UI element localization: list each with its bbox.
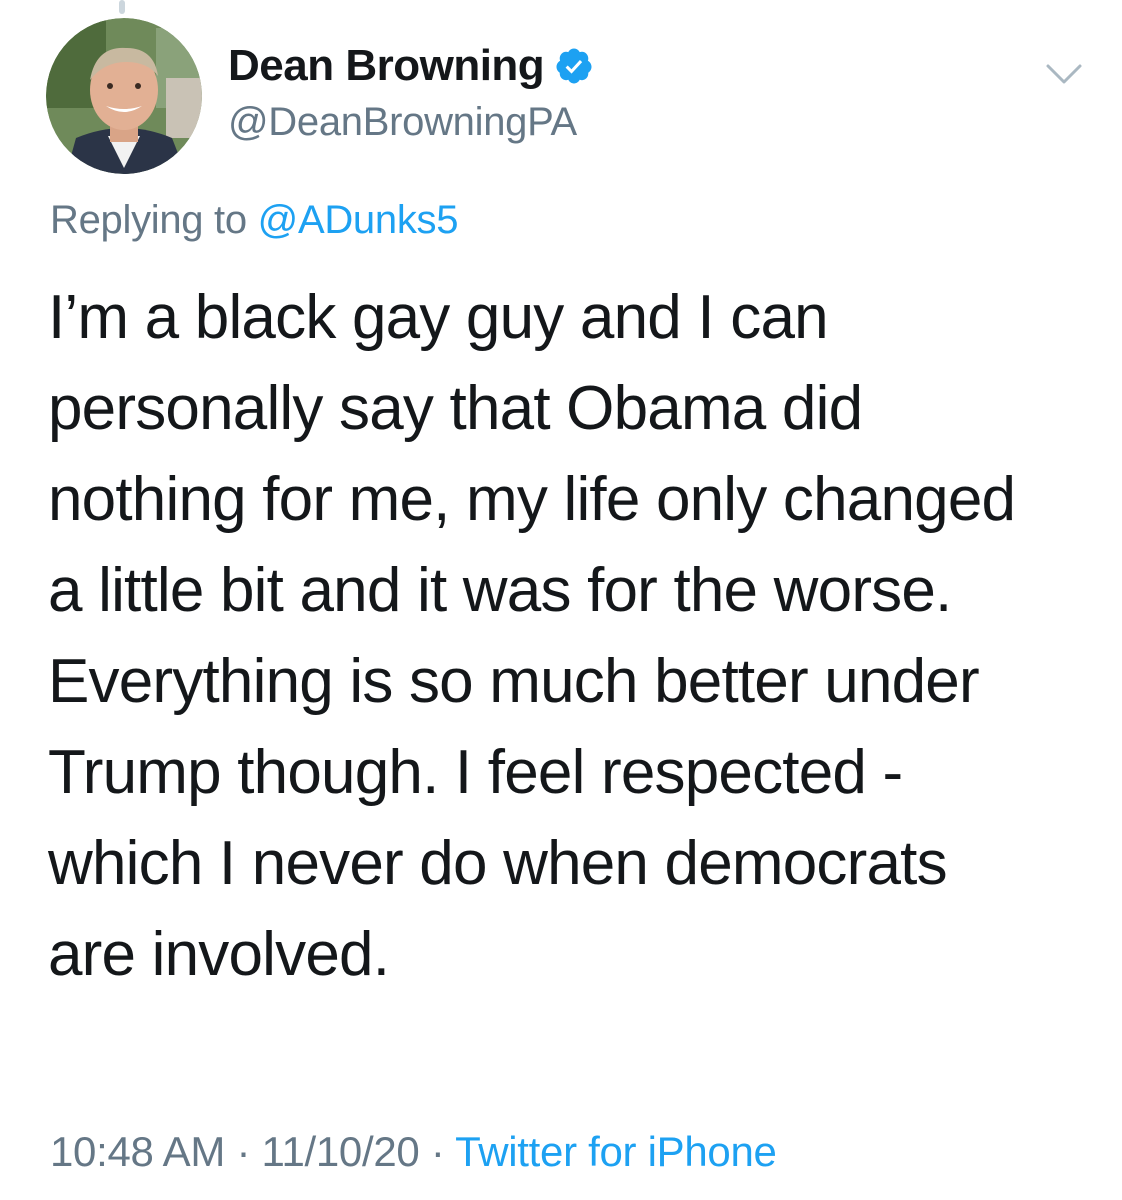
- user-name-row[interactable]: Dean Browning: [228, 40, 594, 92]
- tweet-line: Everything is so much better under: [48, 647, 980, 716]
- meta-separator: ·: [430, 1128, 445, 1175]
- reply-handle-link[interactable]: @ADunks5: [258, 198, 459, 242]
- verified-badge-icon: [556, 48, 592, 84]
- thread-connector-line: [119, 0, 125, 14]
- tweet-line: Trump though. I feel respected -: [48, 738, 903, 807]
- user-handle[interactable]: @DeanBrowningPA: [228, 98, 577, 146]
- tweet-time[interactable]: 10:48 AM: [50, 1128, 225, 1175]
- tweet-line: are involved.: [48, 920, 390, 989]
- avatar[interactable]: [46, 18, 202, 174]
- display-name[interactable]: Dean Browning: [228, 40, 545, 92]
- tweet-line: personally say that Obama did: [48, 374, 863, 443]
- chevron-down-icon[interactable]: [1042, 56, 1086, 92]
- tweet-source-link[interactable]: Twitter for iPhone: [455, 1128, 777, 1175]
- meta-separator: ·: [236, 1128, 251, 1175]
- tweet-line: nothing for me, my life only changed: [48, 465, 1016, 534]
- tweet-text: I’m a black gay guy and I can personally…: [48, 272, 1068, 1000]
- reply-context: Replying to @ADunks5: [50, 196, 458, 244]
- tweet-date[interactable]: 11/10/20: [262, 1128, 420, 1175]
- tweet-line: a little bit and it was for the worse.: [48, 556, 952, 625]
- tweet-meta: 10:48 AM · 11/10/20 · Twitter for iPhone: [50, 1126, 777, 1178]
- tweet-line: which I never do when democrats: [48, 829, 948, 898]
- reply-prefix: Replying to: [50, 198, 247, 242]
- tweet-line: I’m a black gay guy and I can: [48, 283, 829, 352]
